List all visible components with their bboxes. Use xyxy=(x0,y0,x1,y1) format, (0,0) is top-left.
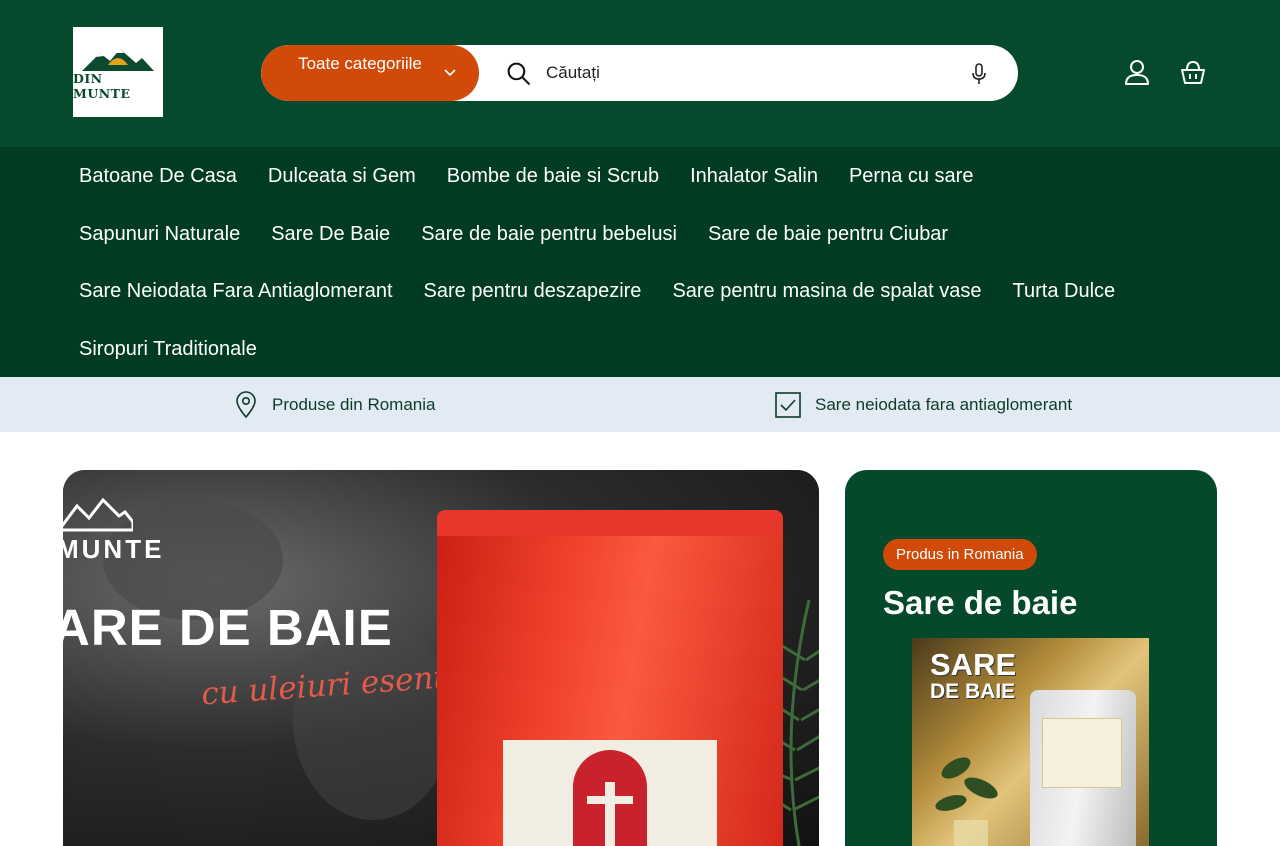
product-bag-seal xyxy=(437,510,783,536)
nav-item-sare-neiodata[interactable]: Sare Neiodata Fara Antiaglomerant xyxy=(79,279,393,303)
promo-image-subtitle: DE BAIE xyxy=(930,680,1016,703)
all-categories-label: Toate categoriile xyxy=(298,54,422,73)
nav-item-sapunuri-naturale[interactable]: Sapunuri Naturale xyxy=(79,222,240,246)
nav-row-2: Sapunuri Naturale Sare De Baie Sare de b… xyxy=(79,222,948,246)
promo-card[interactable]: Produs in Romania Sare de baie SARE DE B… xyxy=(845,470,1217,846)
info-origin-text: Produse din Romania xyxy=(272,394,436,414)
nav-item-sare-bebelusi[interactable]: Sare de baie pentru bebelusi xyxy=(421,222,677,246)
promo-badge: Produs in Romania xyxy=(883,539,1037,570)
nav-item-siropuri-traditionale[interactable]: Siropuri Traditionale xyxy=(79,337,257,361)
search-bar: Toate categoriile xyxy=(261,45,1018,101)
site-logo[interactable]: DIN MUNTE xyxy=(73,27,163,117)
nav-item-perna-cu-sare[interactable]: Perna cu sare xyxy=(849,164,974,188)
plant-decoration xyxy=(935,757,998,846)
microphone-icon[interactable] xyxy=(970,63,988,85)
nav-item-bombe-de-baie[interactable]: Bombe de baie si Scrub xyxy=(447,164,659,188)
search-icon[interactable] xyxy=(506,61,531,86)
site-header: DIN MUNTE Toate categoriile xyxy=(0,0,1280,147)
user-account-icon[interactable] xyxy=(1123,58,1151,86)
product-label-cross xyxy=(587,796,633,804)
info-bar: Produse din Romania Sare neiodata fara a… xyxy=(0,377,1280,432)
nav-item-sare-de-baie[interactable]: Sare De Baie xyxy=(271,222,390,246)
info-salt-text: Sare neiodata fara antiaglomerant xyxy=(815,394,1073,414)
all-categories-button[interactable]: Toate categoriile xyxy=(261,45,479,101)
location-pin-icon xyxy=(236,390,256,418)
hero-banner[interactable]: MUNTE ARE DE BAIE cu uleiuri esentiale xyxy=(63,470,819,846)
category-nav: Batoane De Casa Dulceata si Gem Bombe de… xyxy=(0,147,1280,377)
mountain-logo-icon xyxy=(82,49,154,71)
nav-item-sare-masina-vase[interactable]: Sare pentru masina de spalat vase xyxy=(672,279,981,303)
nav-row-4: Siropuri Traditionale xyxy=(79,337,257,361)
checkbox-checked-icon xyxy=(775,391,801,418)
shopping-basket-icon[interactable] xyxy=(1179,58,1207,86)
promo-image-title: SARE xyxy=(930,647,1017,682)
info-item-origin: Produse din Romania xyxy=(234,377,435,432)
mountain-logo-icon xyxy=(63,498,133,532)
nav-row-1: Batoane De Casa Dulceata si Gem Bombe de… xyxy=(79,164,973,188)
product-pouch-label xyxy=(1042,718,1122,788)
nav-item-sare-ciubar[interactable]: Sare de baie pentru Ciubar xyxy=(708,222,948,246)
promo-title: Sare de baie xyxy=(883,584,1078,621)
search-input[interactable] xyxy=(546,55,946,91)
nav-item-inhalator-salin[interactable]: Inhalator Salin xyxy=(690,164,818,188)
nav-item-batoane-de-casa[interactable]: Batoane De Casa xyxy=(79,164,237,188)
logo-text: DIN MUNTE xyxy=(73,71,131,101)
chevron-down-icon xyxy=(444,69,456,77)
nav-item-sare-deszapezire[interactable]: Sare pentru deszapezire xyxy=(424,279,642,303)
hero-brand-text: MUNTE xyxy=(63,534,165,564)
info-item-salt: Sare neiodata fara antiaglomerant xyxy=(775,377,1072,432)
product-label-cross xyxy=(605,782,615,846)
nav-item-dulceata-si-gem[interactable]: Dulceata si Gem xyxy=(268,164,416,188)
hero-title: ARE DE BAIE xyxy=(63,599,393,656)
promo-product-image[interactable]: SARE DE BAIE xyxy=(912,638,1149,846)
nav-item-turta-dulce[interactable]: Turta Dulce xyxy=(1013,279,1116,303)
nav-row-3: Sare Neiodata Fara Antiaglomerant Sare p… xyxy=(79,279,1115,303)
